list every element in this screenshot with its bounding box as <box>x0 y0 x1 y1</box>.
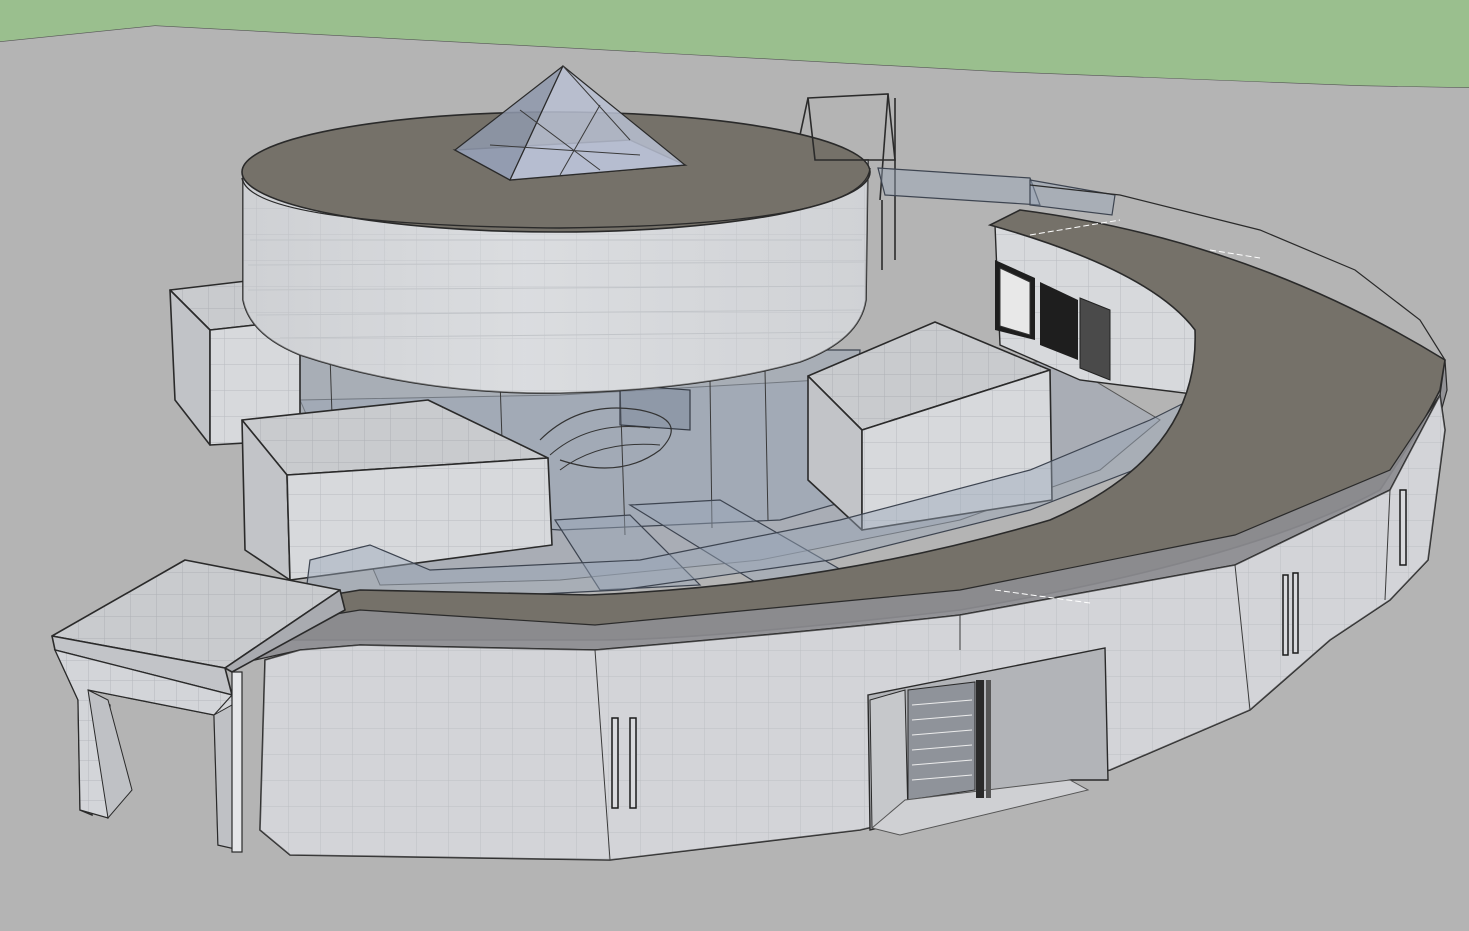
gate-column <box>231 671 243 853</box>
entrance-column <box>986 680 991 798</box>
slit-window <box>1292 572 1299 654</box>
slit-window <box>629 717 637 809</box>
modeling-viewport[interactable] <box>0 0 1469 931</box>
slit-window <box>1399 489 1407 566</box>
entrance-column <box>976 680 984 798</box>
slit-window <box>1282 574 1289 656</box>
slit-window <box>611 717 619 809</box>
